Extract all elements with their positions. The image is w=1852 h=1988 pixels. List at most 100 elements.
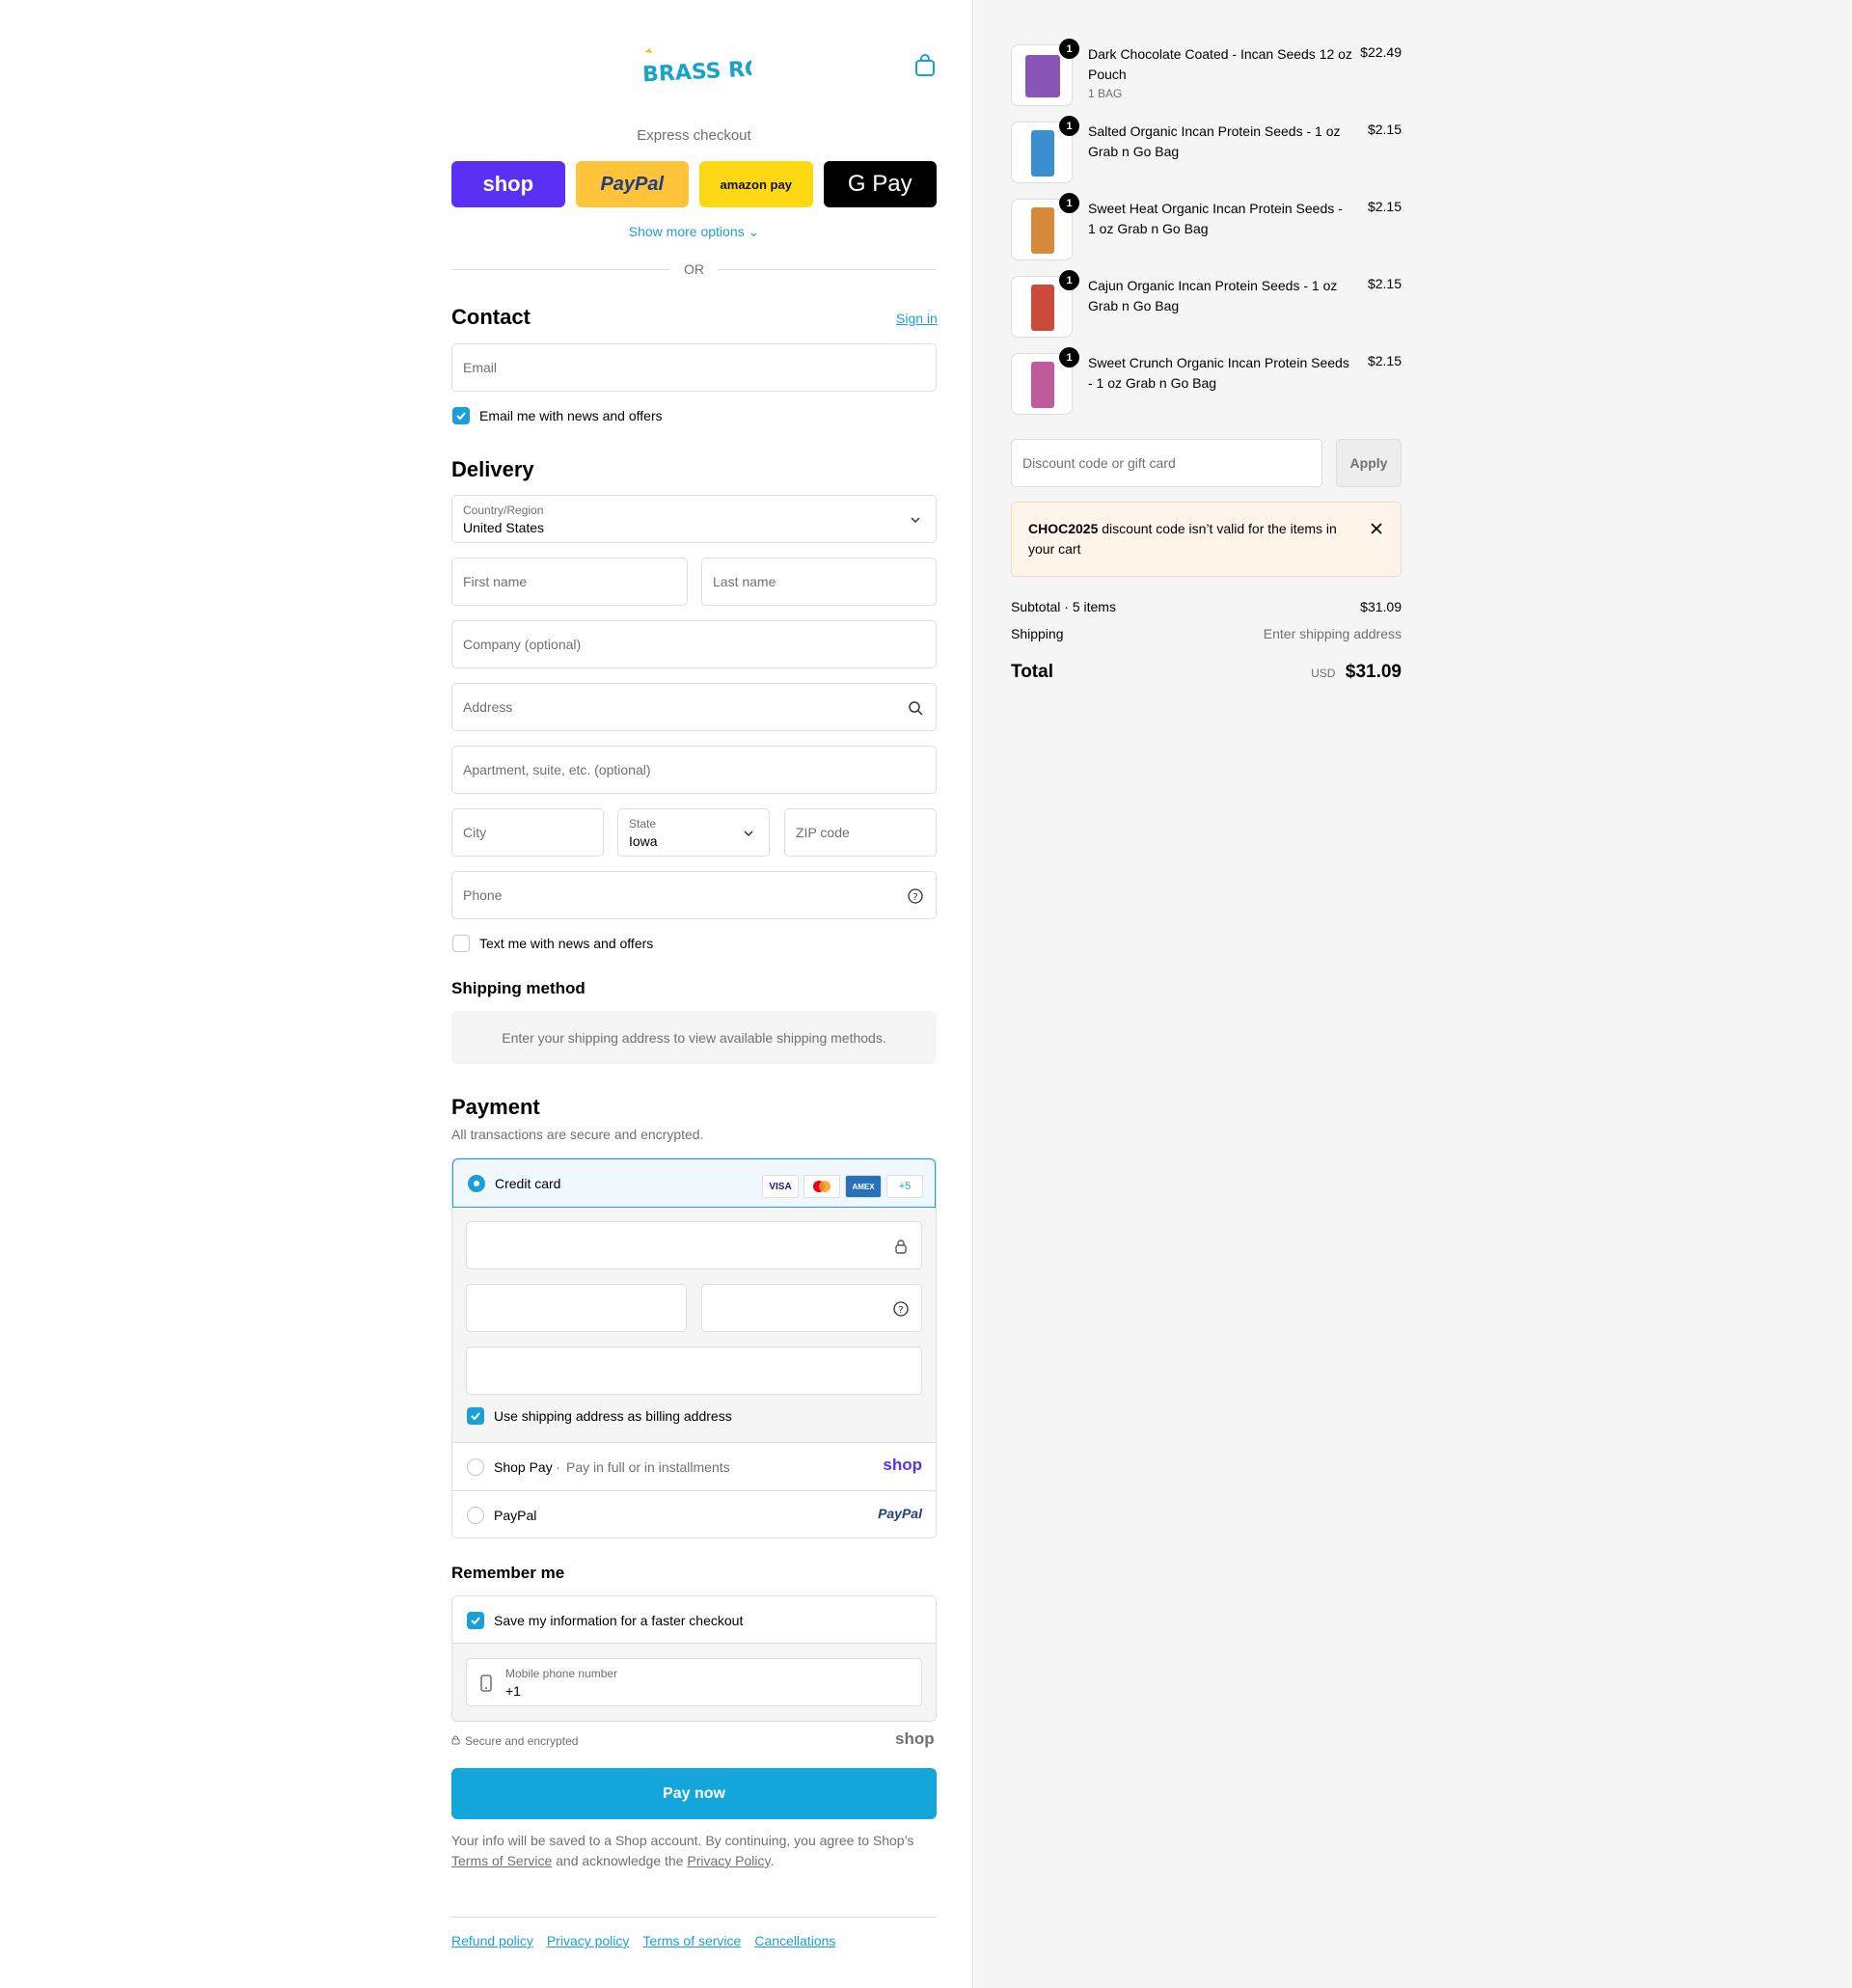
refund-policy-link[interactable]: Refund policy <box>451 1933 533 1948</box>
pay-now-label: Pay now <box>663 1784 725 1802</box>
help-circle-icon[interactable]: ? <box>892 1300 910 1318</box>
svg-text:BRASS ROOTS: BRASS ROOTS <box>642 54 751 87</box>
mobile-phone-label: Mobile phone number <box>505 1667 618 1680</box>
privacy-policy-footer-link[interactable]: Privacy policy <box>547 1933 630 1948</box>
cart-item: 1 Sweet Heat Organic Incan Protein Seeds… <box>1011 193 1402 262</box>
country-label: Country/Region <box>463 504 544 517</box>
paypal-button[interactable]: PayPal <box>575 161 689 207</box>
last-name-field[interactable]: Last name <box>701 558 937 606</box>
credit-card-radio[interactable] <box>468 1175 485 1192</box>
name-on-card-field[interactable] <box>466 1347 922 1395</box>
apply-discount-button[interactable]: Apply <box>1336 439 1402 487</box>
express-checkout-label: Express checkout <box>637 127 751 144</box>
lock-icon <box>892 1238 910 1255</box>
product-price: $2.15 <box>1367 199 1402 214</box>
address-field[interactable]: Address <box>451 683 937 731</box>
total-value: $31.09 <box>1345 662 1402 682</box>
amazon-pay-button[interactable]: amazon pay <box>699 161 813 207</box>
alert-code: CHOC2025 <box>1028 521 1099 536</box>
discount-code-input[interactable]: Discount code or gift card <box>1011 439 1322 487</box>
shopping-bag-icon[interactable] <box>914 54 936 77</box>
amex-icon: AMEX <box>845 1175 882 1198</box>
company-placeholder: Company (optional) <box>463 637 582 652</box>
cancellations-link[interactable]: Cancellations <box>754 1933 835 1948</box>
search-icon <box>907 699 924 717</box>
shipping-method-title: Shipping method <box>451 979 586 997</box>
chevron-down-icon: ⌄ <box>748 224 760 239</box>
shop-pay-option[interactable]: Shop Pay · Pay in full or in installment… <box>452 1442 936 1490</box>
pay-now-button[interactable]: Pay now <box>451 1768 937 1819</box>
google-pay-button[interactable]: G Pay <box>823 161 937 207</box>
quantity-badge: 1 <box>1059 116 1079 136</box>
product-name: Sweet Heat Organic Incan Protein Seeds -… <box>1088 201 1343 236</box>
last-name-placeholder: Last name <box>713 574 776 589</box>
subtotal-row: Subtotal · 5 items $31.09 <box>1011 599 1402 614</box>
mobile-phone-icon <box>480 1675 492 1697</box>
save-info-row[interactable]: Save my information for a faster checkou… <box>452 1596 936 1644</box>
paypal-option[interactable]: PayPal PayPal <box>452 1490 936 1538</box>
save-info-label: Save my information for a faster checkou… <box>494 1613 744 1628</box>
shipping-message-text: Enter your shipping address to view avai… <box>502 1029 886 1046</box>
security-code-field[interactable]: ? <box>701 1284 922 1332</box>
shop-pay-logo: shop <box>883 1456 922 1474</box>
mastercard-icon <box>803 1175 840 1198</box>
product-price: $2.15 <box>1367 353 1402 368</box>
credit-card-form: ? Use shipping address as billing addres… <box>452 1208 936 1442</box>
email-news-checkbox[interactable] <box>452 407 470 424</box>
footer-divider <box>451 1917 937 1918</box>
lock-icon <box>451 1734 460 1748</box>
product-variant: 1 BAG <box>1088 87 1123 100</box>
save-info-checkbox[interactable] <box>467 1612 484 1629</box>
apply-label: Apply <box>1349 455 1388 471</box>
close-icon[interactable] <box>1370 522 1383 540</box>
payment-methods: Credit card VISA AMEX +5 ? Use shipping … <box>451 1157 937 1539</box>
sign-in-link[interactable]: Sign in <box>896 311 938 326</box>
mobile-phone-field[interactable]: Mobile phone number +1 <box>466 1658 922 1706</box>
address-placeholder: Address <box>463 699 513 715</box>
show-more-options-link[interactable]: Show more options ⌄ <box>451 224 937 240</box>
shop-pay-option-label: Shop Pay <box>494 1459 553 1475</box>
product-price: $2.15 <box>1367 276 1402 291</box>
company-field[interactable]: Company (optional) <box>451 620 937 668</box>
email-placeholder: Email <box>463 360 498 375</box>
country-select[interactable]: Country/Region United States <box>451 495 937 543</box>
phone-field[interactable]: Phone ? <box>451 871 937 919</box>
text-news-checkbox[interactable] <box>452 935 470 952</box>
privacy-policy-link[interactable]: Privacy Policy <box>687 1853 770 1868</box>
discount-placeholder: Discount code or gift card <box>1022 455 1176 471</box>
shipping-value: Enter shipping address <box>1263 626 1402 641</box>
billing-address-checkbox[interactable] <box>467 1407 484 1425</box>
shop-pay-label: shop <box>482 172 534 196</box>
svg-text:?: ? <box>912 892 917 903</box>
terms-of-service-link[interactable]: Terms of Service <box>451 1853 552 1868</box>
card-number-field[interactable] <box>466 1221 922 1269</box>
credit-card-option[interactable]: Credit card VISA AMEX +5 <box>452 1158 936 1208</box>
shop-pay-button[interactable]: shop <box>451 161 565 207</box>
state-select[interactable]: State Iowa <box>617 808 770 857</box>
terms-of-service-footer-link[interactable]: Terms of service <box>642 1933 741 1948</box>
text-news-label: Text me with news and offers <box>479 936 654 951</box>
phone-placeholder: Phone <box>463 887 503 903</box>
currency-code: USD <box>1311 667 1336 680</box>
brand-logo[interactable]: BRASS ROOTS <box>640 46 811 87</box>
or-divider: OR <box>451 260 937 278</box>
subtotal-value: $31.09 <box>1360 599 1402 614</box>
expiry-field[interactable] <box>466 1284 687 1332</box>
city-field[interactable]: City <box>451 808 604 857</box>
product-price: $22.49 <box>1360 44 1402 60</box>
apartment-field[interactable]: Apartment, suite, etc. (optional) <box>451 746 937 794</box>
quantity-badge: 1 <box>1059 39 1079 59</box>
quantity-badge: 1 <box>1059 193 1079 213</box>
email-field[interactable]: Email <box>451 343 937 392</box>
first-name-field[interactable]: First name <box>451 558 688 606</box>
product-name: Salted Organic Incan Protein Seeds - 1 o… <box>1088 123 1341 159</box>
apartment-placeholder: Apartment, suite, etc. (optional) <box>463 762 651 777</box>
shop-logo: shop <box>895 1729 935 1748</box>
zip-field[interactable]: ZIP code <box>784 808 937 857</box>
secure-encrypted-note: Secure and encrypted <box>451 1734 578 1748</box>
svg-text:?: ? <box>898 1305 903 1316</box>
paypal-radio[interactable] <box>467 1507 484 1524</box>
shop-pay-radio[interactable] <box>467 1458 484 1476</box>
help-circle-icon[interactable]: ? <box>907 887 924 905</box>
product-name: Cajun Organic Incan Protein Seeds - 1 oz… <box>1088 278 1338 313</box>
